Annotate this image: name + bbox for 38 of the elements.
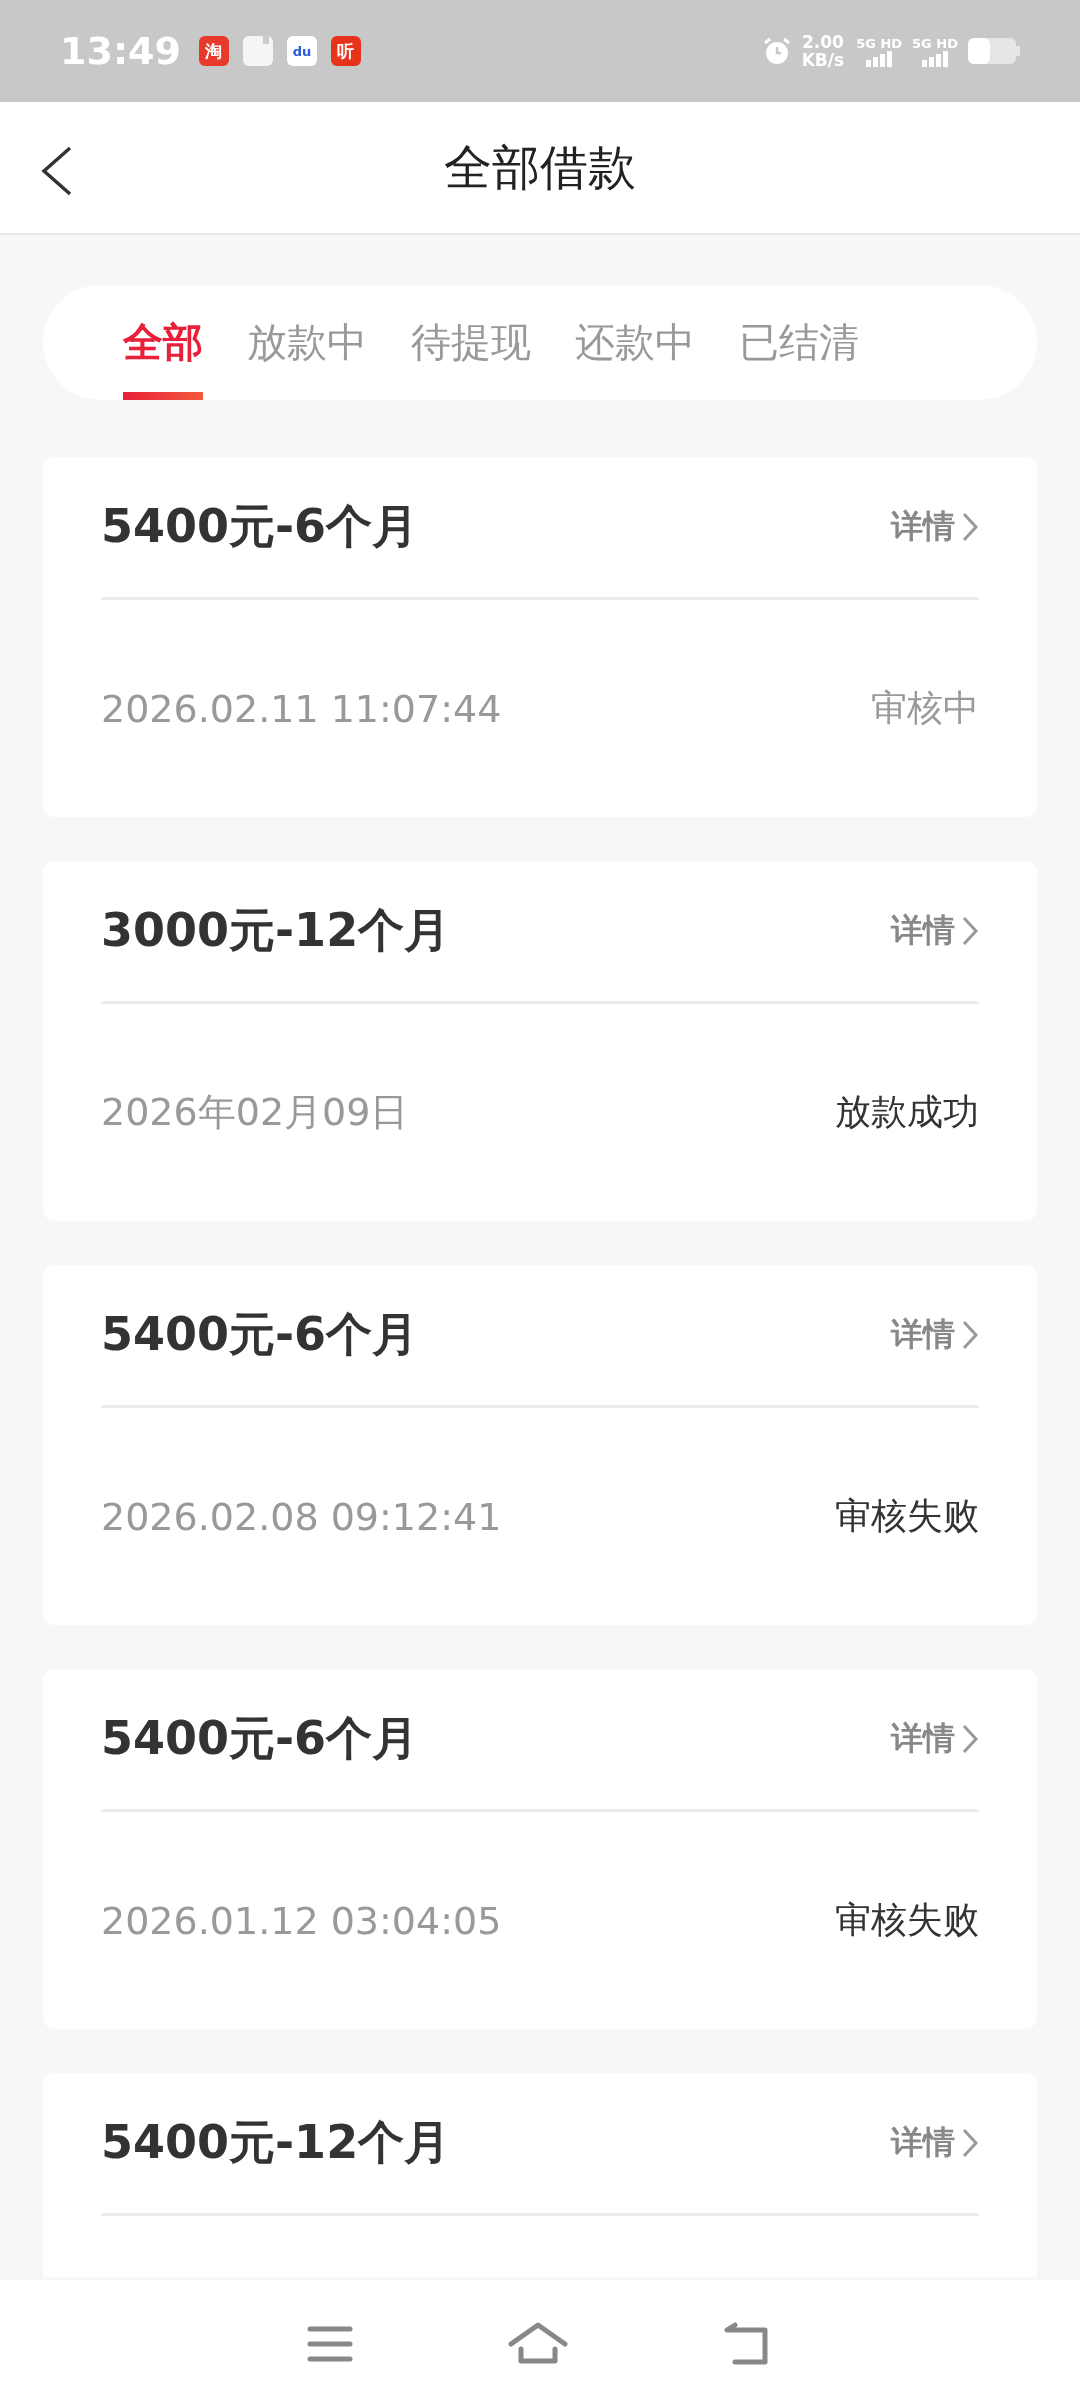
- menu-icon[interactable]: [307, 2325, 354, 2363]
- filter-tab[interactable]: 放款中: [247, 285, 367, 400]
- filter-tab[interactable]: 待提现: [411, 285, 531, 400]
- app-icon: 听: [330, 36, 361, 66]
- detail-link[interactable]: 详情: [891, 909, 979, 953]
- loan-status: 审核中: [871, 686, 979, 730]
- loan-title: 3000元-12个月: [101, 902, 451, 959]
- loan-title: 5400元-6个月: [101, 1306, 419, 1363]
- chevron-icon: [961, 915, 979, 947]
- paw-app-icon: du: [286, 36, 317, 66]
- chevron-icon: [961, 1723, 979, 1755]
- detail-link[interactable]: 详情: [891, 1717, 979, 1761]
- loan-status: 审核失败: [835, 1494, 979, 1538]
- page-title: 全部借款: [444, 137, 636, 197]
- alarm-icon: [761, 36, 792, 66]
- filter-tab[interactable]: 还款中: [575, 285, 695, 400]
- detail-link[interactable]: 详情: [891, 505, 979, 549]
- detail-link[interactable]: 详情: [891, 1313, 979, 1357]
- back-icon[interactable]: [40, 146, 74, 196]
- loan-title: 5400元-6个月: [101, 498, 419, 555]
- filter-tab[interactable]: 已结清: [739, 285, 859, 400]
- loan-status: 审核失败: [835, 1898, 979, 1942]
- loan-title: 5400元-6个月: [101, 1710, 419, 1767]
- battery-icon: [968, 38, 1020, 64]
- loan-date: 2026.01.12 03:04:05: [101, 1898, 502, 1943]
- cloud-app-icon: [242, 36, 273, 66]
- loan-date: 2026.02.11 11:07:44: [101, 686, 502, 731]
- loan-date: 2026.02.08 09:12:41: [101, 1494, 502, 1539]
- app-icon: 淘: [198, 36, 229, 66]
- chevron-icon: [961, 511, 979, 543]
- chevron-icon: [961, 2127, 979, 2159]
- loan-title: 5400元-12个月: [101, 2114, 451, 2171]
- chevron-icon: [961, 1319, 979, 1351]
- loan-date: 2026年02月09日: [101, 1089, 409, 1136]
- home-icon[interactable]: [508, 2322, 568, 2366]
- detail-link[interactable]: 详情: [891, 2121, 979, 2165]
- filter-tab[interactable]: 全部: [123, 285, 203, 400]
- loan-status: 放款成功: [835, 1090, 979, 1134]
